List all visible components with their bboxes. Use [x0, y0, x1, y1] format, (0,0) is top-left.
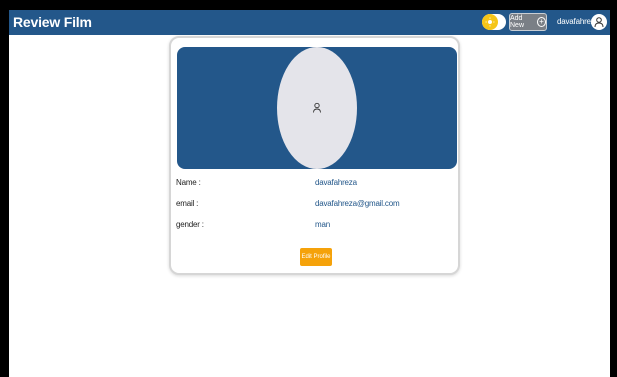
add-new-label: Add New: [510, 15, 525, 29]
name-value: davafahreza: [315, 178, 357, 187]
navbar: Review Film Add New + davafahreza: [9, 10, 610, 35]
toggle-knob: [482, 14, 498, 30]
profile-avatar: [277, 47, 357, 169]
gender-label: gender :: [176, 220, 204, 229]
profile-card: Name : davafahreza email : davafahreza@g…: [169, 36, 460, 275]
email-label: email :: [176, 199, 199, 208]
profile-banner: [177, 47, 457, 169]
avatar[interactable]: [591, 14, 607, 30]
name-label: Name :: [176, 178, 201, 187]
sun-icon: [485, 17, 495, 27]
plus-circle-icon: +: [536, 17, 546, 27]
user-icon: [313, 102, 321, 113]
gender-value: man: [315, 220, 330, 229]
theme-toggle[interactable]: [482, 14, 506, 30]
add-new-button[interactable]: Add New +: [509, 13, 547, 31]
edit-profile-button[interactable]: Edit Profile: [300, 248, 332, 266]
email-value: davafahreza@gmail.com: [315, 199, 400, 208]
user-icon: [594, 17, 604, 28]
app-window: Review Film Add New + davafahreza Name:…: [9, 10, 610, 377]
brand-title[interactable]: Review Film: [13, 14, 92, 30]
